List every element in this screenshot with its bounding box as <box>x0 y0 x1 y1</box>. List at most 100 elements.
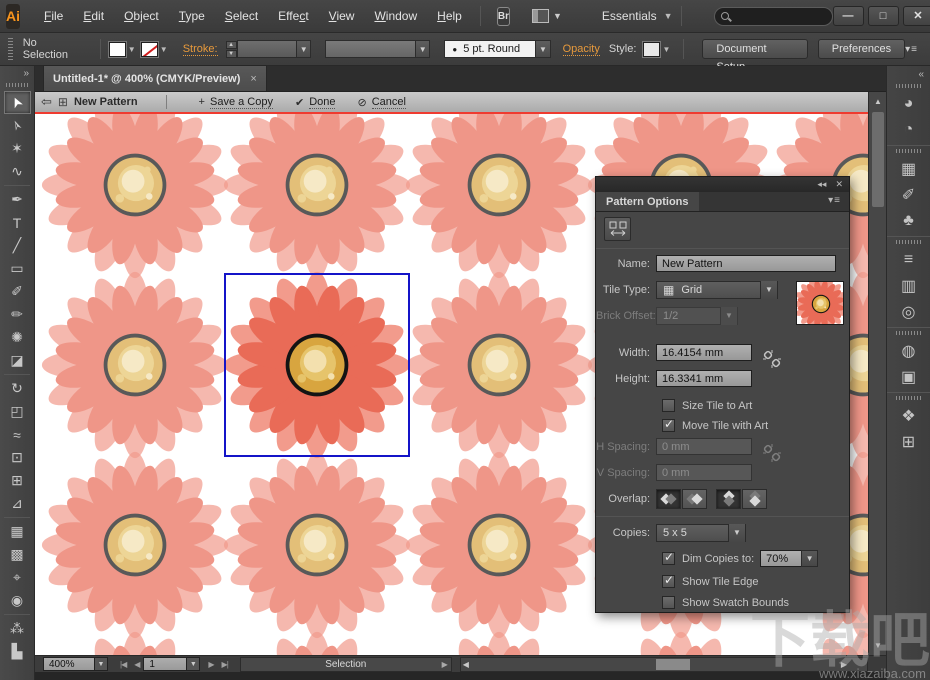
done-button[interactable]: ✔ Done <box>295 96 336 109</box>
pattern-options-tab[interactable]: Pattern Options <box>596 192 699 211</box>
symbols-panel-icon[interactable]: ♣ <box>889 208 929 234</box>
eyedropper-tool[interactable]: ⌖ <box>4 566 31 589</box>
workspace-switcher[interactable]: Essentials ▼ <box>602 9 673 23</box>
brush-dropdown-button[interactable]: ▼ <box>535 40 550 58</box>
dim-percentage-field[interactable]: 70% <box>760 550 802 567</box>
swatches-panel-icon[interactable]: ▦ <box>889 156 929 182</box>
show-swatch-bounds-checkbox[interactable] <box>662 596 675 609</box>
line-segment-tool[interactable]: ╱ <box>4 234 31 257</box>
direct-selection-tool[interactable]: ➢ <box>4 114 31 137</box>
exit-pattern-mode-icon[interactable]: ⇦ <box>41 94 52 110</box>
stroke-weight-field[interactable] <box>237 40 298 58</box>
overlap-top-in-front-button[interactable] <box>716 489 741 509</box>
overlap-left-in-front-button[interactable] <box>656 489 681 509</box>
control-bar-menu-icon[interactable]: ▾≡ <box>905 44 918 55</box>
next-artboard-button[interactable]: ▶ <box>204 660 217 669</box>
panel-grip[interactable] <box>896 240 921 244</box>
width-profile-dropdown[interactable] <box>325 40 416 58</box>
panel-grip[interactable] <box>896 331 921 335</box>
width-tool[interactable]: ≈ <box>4 423 31 446</box>
blend-tool[interactable]: ◉ <box>4 589 31 612</box>
panel-grip[interactable] <box>896 396 921 400</box>
free-transform-tool[interactable]: ⊡ <box>4 446 31 469</box>
appearance-panel-icon[interactable]: ◍ <box>889 338 929 364</box>
close-button[interactable]: ✕ <box>903 6 930 26</box>
close-tab-icon[interactable]: × <box>250 73 256 85</box>
magic-wand-tool[interactable]: ✶ <box>4 137 31 160</box>
help-search-box[interactable] <box>714 7 833 26</box>
stroke-panel-link[interactable]: Stroke: <box>183 43 218 56</box>
graphic-styles-panel-icon[interactable]: ▣ <box>889 364 929 390</box>
status-display-field[interactable]: Selection ▶ <box>240 657 452 672</box>
layers-panel-icon[interactable]: ❖ <box>889 403 929 429</box>
minimize-button[interactable]: — <box>833 6 864 26</box>
vertical-scrollbar[interactable]: ▲ ▼ <box>868 92 886 655</box>
lasso-tool[interactable]: ∿ <box>4 160 31 183</box>
mesh-tool[interactable]: ▦ <box>4 520 31 543</box>
style-swatch[interactable] <box>643 42 660 57</box>
stroke-weight-dropdown-button[interactable]: ▼ <box>296 40 311 58</box>
opacity-panel-link[interactable]: Opacity <box>563 43 600 56</box>
panel-grip[interactable] <box>8 38 13 60</box>
dim-copies-checkbox[interactable] <box>662 552 675 565</box>
height-input[interactable]: 16.3341 mm <box>656 370 752 387</box>
document-setup-button[interactable]: Document Setup <box>702 39 807 59</box>
horizontal-scroll-thumb[interactable] <box>656 659 690 670</box>
menu-file[interactable]: File <box>34 5 73 27</box>
eraser-tool[interactable]: ◪ <box>4 349 31 372</box>
panel-header[interactable]: ◂◂ ✕ <box>596 177 849 192</box>
bridge-button[interactable]: Br <box>497 7 510 26</box>
rotate-tool[interactable]: ↻ <box>4 377 31 400</box>
stroke-panel-icon[interactable]: ≡ <box>889 247 929 273</box>
size-tile-to-art-checkbox[interactable] <box>662 399 675 412</box>
shape-builder-tool[interactable]: ⊞ <box>4 469 31 492</box>
width-input[interactable]: 16.4154 mm <box>656 344 752 361</box>
zoom-dropdown-button[interactable]: ▼ <box>94 657 108 671</box>
symbol-sprayer-tool[interactable]: ⁂ <box>4 617 31 640</box>
pen-tool[interactable]: ✒ <box>4 188 31 211</box>
panel-grip[interactable] <box>896 149 921 153</box>
menu-type[interactable]: Type <box>169 5 215 27</box>
vertical-scroll-thumb[interactable] <box>872 112 884 207</box>
pattern-tile-tool-button[interactable] <box>604 217 631 241</box>
menu-help[interactable]: Help <box>427 5 472 27</box>
overlap-bottom-in-front-button[interactable] <box>742 489 767 509</box>
collapse-panel-icon[interactable]: ◂◂ <box>817 179 826 190</box>
gradient-tool[interactable]: ▩ <box>4 543 31 566</box>
scroll-down-icon[interactable]: ▼ <box>870 638 886 653</box>
search-input[interactable] <box>734 10 826 22</box>
panel-flyout-menu-icon[interactable]: ▾≡ <box>828 192 849 211</box>
color-guide-panel-icon[interactable]: ◔ <box>889 117 929 143</box>
document-tab[interactable]: Untitled-1* @ 400% (CMYK/Preview) × <box>43 65 267 91</box>
close-panel-icon[interactable]: ✕ <box>835 179 843 190</box>
scale-tool[interactable]: ◰ <box>4 400 31 423</box>
last-artboard-button[interactable]: ▶| <box>218 660 232 669</box>
collapse-dock-icon[interactable]: « <box>887 66 930 81</box>
width-profile-dropdown-button[interactable]: ▼ <box>415 40 430 58</box>
gradient-panel-icon[interactable]: ▥ <box>889 273 929 299</box>
first-artboard-button[interactable]: |◀ <box>116 660 130 669</box>
menu-edit[interactable]: Edit <box>73 5 114 27</box>
rectangle-tool[interactable]: ▭ <box>4 257 31 280</box>
chevron-down-icon[interactable]: ▼ <box>801 550 818 567</box>
zoom-level-field[interactable]: 400% <box>43 657 95 671</box>
panel-grip[interactable] <box>6 83 28 87</box>
fill-color-swatch[interactable] <box>109 42 126 57</box>
menu-view[interactable]: View <box>319 5 365 27</box>
horizontal-scrollbar[interactable]: ◀ ▶ <box>460 657 868 672</box>
menu-window[interactable]: Window <box>364 5 427 27</box>
preferences-button[interactable]: Preferences <box>818 39 905 59</box>
pattern-name-input[interactable]: New Pattern <box>656 255 836 272</box>
cancel-button[interactable]: ⊘ Cancel <box>357 96 405 109</box>
color-panel-icon[interactable]: ◕ <box>889 91 929 117</box>
type-tool[interactable]: T <box>4 211 31 234</box>
menu-select[interactable]: Select <box>215 5 268 27</box>
pattern-tile-edge[interactable] <box>224 273 410 457</box>
show-tile-edge-checkbox[interactable] <box>662 575 675 588</box>
pencil-tool[interactable]: ✏ <box>4 303 31 326</box>
selection-tool[interactable]: ➤ <box>4 91 31 114</box>
artboard-number-field[interactable]: 1 <box>143 657 187 671</box>
link-dimensions-icon[interactable] <box>762 349 782 369</box>
scroll-right-icon[interactable]: ▶ <box>841 660 847 669</box>
status-menu-icon[interactable]: ▶ <box>442 660 448 669</box>
